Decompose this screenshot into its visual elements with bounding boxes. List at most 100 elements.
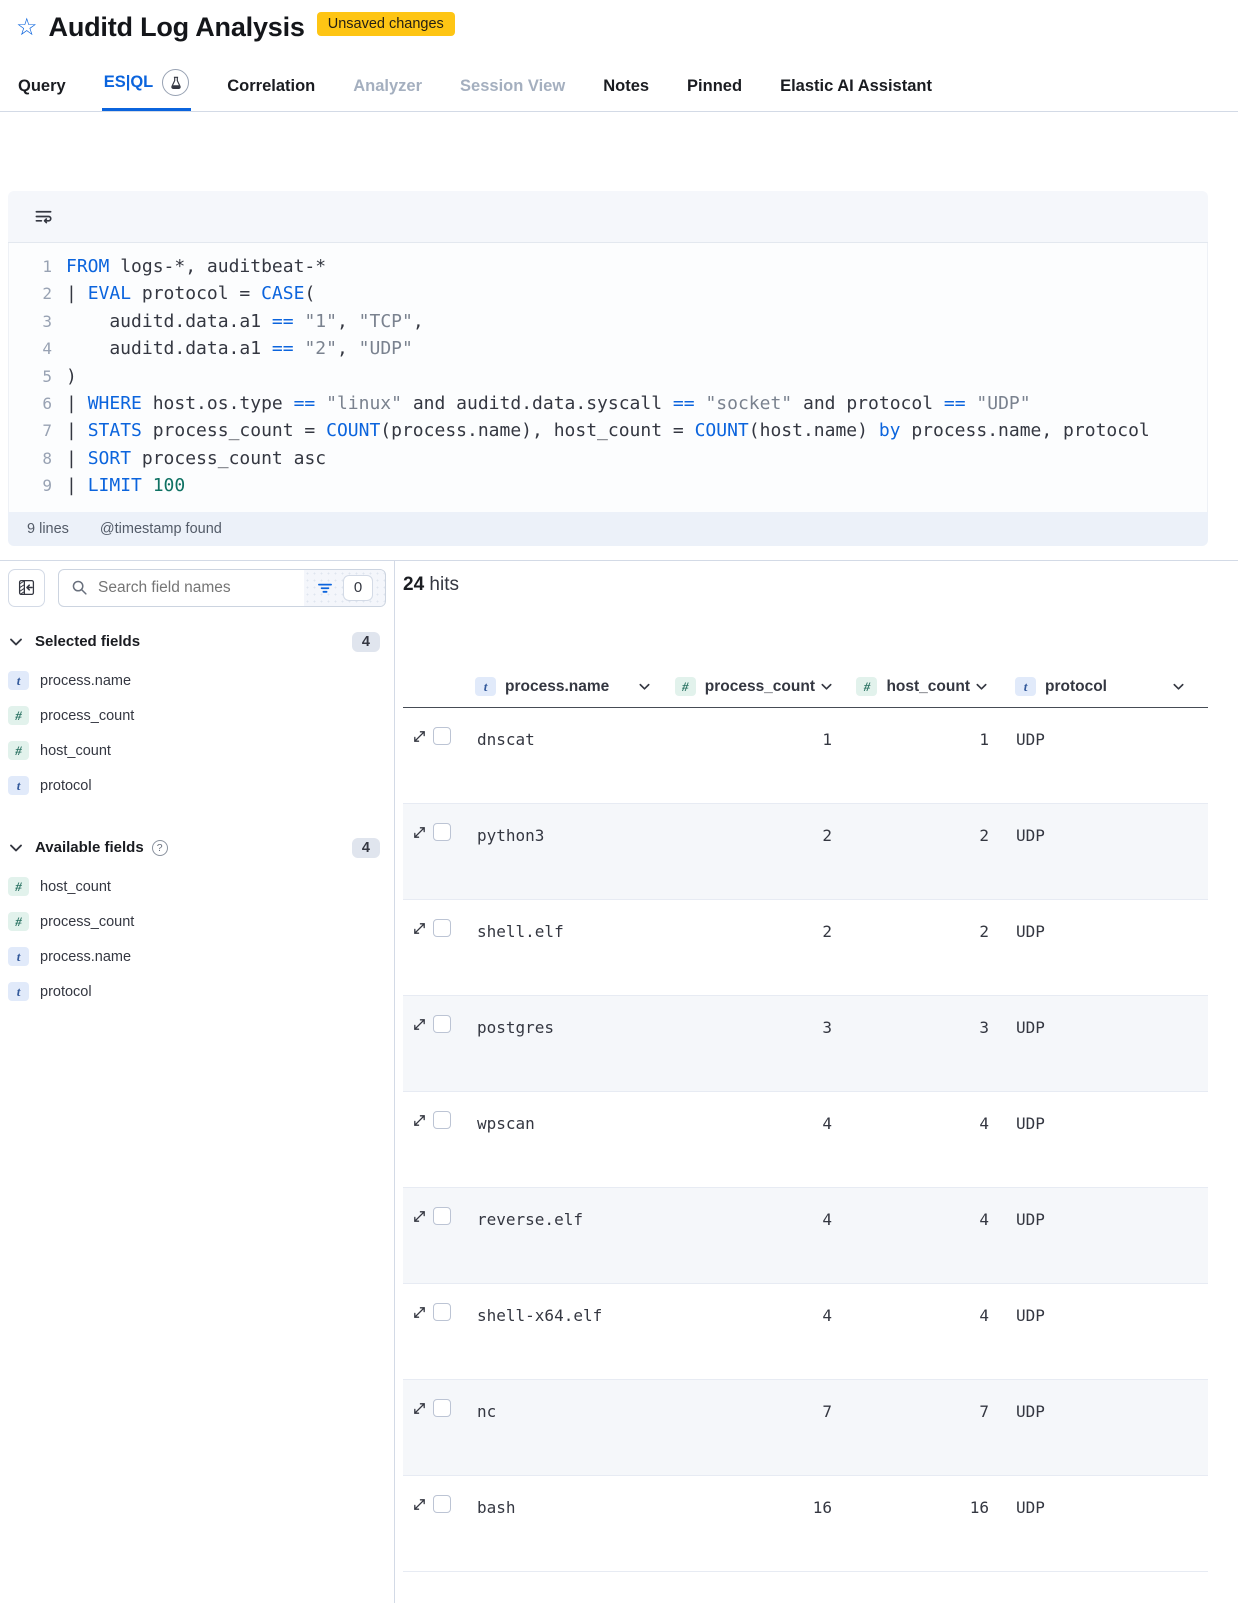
cell-host-count[interactable]: 4 <box>844 1188 999 1229</box>
field-section-header[interactable]: Available fields ? 4 <box>8 835 386 861</box>
table-row: wpscan 4 4 UDP <box>403 1092 1208 1188</box>
column-header-process-name[interactable]: t process.name <box>469 677 680 696</box>
code-text: FROM logs-*, auditbeat-* <box>52 253 326 280</box>
chevron-down-icon[interactable] <box>1171 679 1186 694</box>
row-checkbox[interactable] <box>433 1015 451 1033</box>
cell-process-name[interactable]: shell.elf <box>469 900 680 941</box>
tab-elastic-ai-assistant[interactable]: Elastic AI Assistant <box>778 63 934 111</box>
field-item[interactable]: t protocol <box>8 977 386 1007</box>
cell-protocol[interactable]: UDP <box>999 996 1208 1037</box>
cell-process-count[interactable]: 1 <box>680 708 844 749</box>
cell-protocol[interactable]: UDP <box>999 900 1208 941</box>
expand-row-button[interactable] <box>410 1303 429 1322</box>
field-count-badge: 4 <box>352 838 380 858</box>
tab-esql[interactable]: ES|QL <box>102 55 192 111</box>
cell-host-count[interactable]: 3 <box>844 996 999 1037</box>
cell-process-count[interactable]: 4 <box>680 1092 844 1133</box>
field-item[interactable]: t process.name <box>8 942 386 972</box>
column-header-protocol[interactable]: t protocol <box>999 677 1208 696</box>
cell-process-name[interactable]: bash <box>469 1476 680 1517</box>
field-list: # host_count # process_count t process.n… <box>8 872 386 1007</box>
cell-protocol[interactable]: UDP <box>999 804 1208 845</box>
expand-row-button[interactable] <box>410 1495 429 1514</box>
cell-protocol[interactable]: UDP <box>999 1092 1208 1133</box>
tab-query[interactable]: Query <box>16 63 68 111</box>
row-checkbox[interactable] <box>433 1207 451 1225</box>
code-text: ) <box>52 363 77 390</box>
row-checkbox[interactable] <box>433 727 451 745</box>
hits-label: hits <box>429 574 459 595</box>
line-number: 4 <box>9 335 52 362</box>
row-checkbox[interactable] <box>433 919 451 937</box>
expand-row-button[interactable] <box>410 727 429 746</box>
code-area[interactable]: 1 FROM logs-*, auditbeat-* 2 | EVAL prot… <box>8 243 1208 512</box>
chevron-down-icon[interactable] <box>637 679 652 694</box>
cell-process-count[interactable]: 7 <box>680 1380 844 1421</box>
cell-process-name[interactable]: dnscat <box>469 708 680 749</box>
cell-host-count[interactable]: 7 <box>844 1380 999 1421</box>
favorite-star-icon[interactable]: ☆ <box>16 16 38 40</box>
expand-row-button[interactable] <box>410 1207 429 1226</box>
field-count-badge: 4 <box>352 632 380 652</box>
field-item[interactable]: t process.name <box>8 666 386 696</box>
cell-protocol[interactable]: UDP <box>999 1380 1208 1421</box>
cell-process-name[interactable]: nc <box>469 1380 680 1421</box>
cell-host-count[interactable]: 4 <box>844 1092 999 1133</box>
tech-preview-beaker-icon[interactable] <box>162 69 189 96</box>
word-wrap-button[interactable] <box>34 207 53 226</box>
field-item[interactable]: # process_count <box>8 907 386 937</box>
cell-process-name[interactable]: shell-x64.elf <box>469 1284 680 1325</box>
field-section-label: Available fields <box>35 839 144 856</box>
cell-host-count[interactable]: 4 <box>844 1284 999 1325</box>
tab-correlation[interactable]: Correlation <box>225 63 317 111</box>
row-checkbox[interactable] <box>433 1111 451 1129</box>
cell-process-name[interactable]: python3 <box>469 804 680 845</box>
row-checkbox[interactable] <box>433 1495 451 1513</box>
tab-notes[interactable]: Notes <box>601 63 651 111</box>
field-item[interactable]: # host_count <box>8 872 386 902</box>
code-line: 8 | SORT process_count asc <box>9 445 1207 472</box>
cell-process-count[interactable]: 3 <box>680 996 844 1037</box>
cell-host-count[interactable]: 2 <box>844 804 999 845</box>
cell-process-count[interactable]: 2 <box>680 804 844 845</box>
cell-process-count[interactable]: 4 <box>680 1284 844 1325</box>
help-icon[interactable]: ? <box>152 840 168 856</box>
field-item[interactable]: # host_count <box>8 736 386 766</box>
cell-process-count[interactable]: 4 <box>680 1188 844 1229</box>
line-number: 5 <box>9 363 52 390</box>
search-field-names-input[interactable] <box>88 579 304 597</box>
expand-row-button[interactable] <box>410 1399 429 1418</box>
row-checkbox[interactable] <box>433 823 451 841</box>
cell-host-count[interactable]: 16 <box>844 1476 999 1517</box>
expand-row-button[interactable] <box>410 1015 429 1034</box>
chevron-down-icon[interactable] <box>974 679 989 694</box>
field-section-header[interactable]: Selected fields ? 4 <box>8 629 386 655</box>
tab-pinned[interactable]: Pinned <box>685 63 744 111</box>
cell-protocol[interactable]: UDP <box>999 1188 1208 1229</box>
cell-process-count[interactable]: 16 <box>680 1476 844 1517</box>
chevron-down-icon[interactable] <box>819 679 834 694</box>
field-item[interactable]: t protocol <box>8 771 386 801</box>
column-header-process-count[interactable]: # process_count <box>680 677 844 696</box>
cell-process-name[interactable]: wpscan <box>469 1092 680 1133</box>
expand-row-button[interactable] <box>410 919 429 938</box>
column-header-host-count[interactable]: # host_count <box>844 677 999 696</box>
number-type-icon: # <box>675 677 696 696</box>
field-item[interactable]: # process_count <box>8 701 386 731</box>
cell-process-name[interactable]: postgres <box>469 996 680 1037</box>
collapse-fields-panel-button[interactable] <box>8 569 45 607</box>
line-number: 1 <box>9 253 52 280</box>
cell-protocol[interactable]: UDP <box>999 1284 1208 1325</box>
expand-row-button[interactable] <box>410 1111 429 1130</box>
expand-row-button[interactable] <box>410 823 429 842</box>
cell-host-count[interactable]: 1 <box>844 708 999 749</box>
cell-process-count[interactable]: 2 <box>680 900 844 941</box>
column-label: process.name <box>505 678 609 696</box>
cell-protocol[interactable]: UDP <box>999 708 1208 749</box>
cell-process-name[interactable]: reverse.elf <box>469 1188 680 1229</box>
field-filter-button[interactable]: 0 <box>304 570 385 606</box>
row-checkbox[interactable] <box>433 1303 451 1321</box>
cell-host-count[interactable]: 2 <box>844 900 999 941</box>
row-checkbox[interactable] <box>433 1399 451 1417</box>
cell-protocol[interactable]: UDP <box>999 1476 1208 1517</box>
